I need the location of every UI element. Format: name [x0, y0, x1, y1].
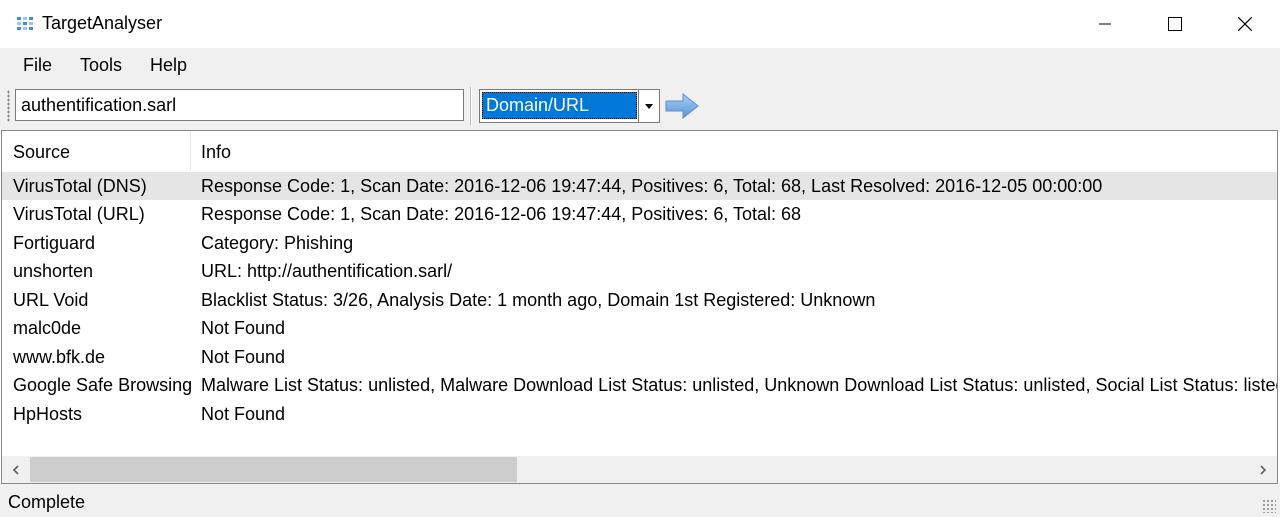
row-source: unshorten: [13, 261, 94, 281]
row-info: Response Code: 1, Scan Date: 2016-12-06 …: [201, 204, 802, 224]
size-grip-icon[interactable]: [1262, 499, 1276, 513]
menu-bar: File Tools Help: [0, 48, 1280, 82]
horizontal-scrollbar[interactable]: [2, 456, 1277, 483]
list-header: Source Info: [2, 131, 1277, 171]
title-bar: TargetAnalyser: [0, 0, 1280, 48]
scroll-right-button[interactable]: [1249, 456, 1277, 483]
window-title: TargetAnalyser: [42, 13, 163, 33]
scroll-left-button[interactable]: [2, 456, 30, 483]
menu-tools[interactable]: Tools: [80, 55, 122, 76]
target-input[interactable]: [15, 89, 464, 121]
row-info: Blacklist Status: 3/26, Analysis Date: 1…: [201, 290, 876, 310]
type-select-dropdown-button[interactable]: [638, 90, 659, 122]
type-select[interactable]: Domain/URL: [479, 89, 660, 123]
go-arrow-icon[interactable]: [665, 93, 699, 119]
row-source: Fortiguard: [13, 233, 96, 253]
row-source: HpHosts: [13, 404, 83, 424]
row-source: www.bfk.de: [13, 347, 106, 367]
type-select-value: Domain/URL: [482, 92, 637, 119]
row-source: VirusTotal (URL): [13, 204, 145, 224]
toolbar-grip[interactable]: [7, 90, 10, 122]
row-source: Google Safe Browsing: [13, 375, 193, 395]
menu-help[interactable]: Help: [150, 55, 187, 76]
table-row[interactable]: www.bfk.de Not Found: [2, 343, 1277, 371]
toolbar-separator-highlight: [471, 87, 472, 125]
scroll-left-icon: [12, 464, 19, 475]
close-button[interactable]: [1210, 0, 1280, 48]
minimize-icon: [1099, 23, 1111, 25]
app-icon: [17, 17, 33, 30]
scrollbar-thumb[interactable]: [30, 457, 517, 482]
column-header-info[interactable]: Info: [201, 142, 231, 163]
column-header-source[interactable]: Source: [13, 142, 70, 163]
row-info: Malware List Status: unlisted, Malware D…: [201, 375, 1278, 395]
column-divider[interactable]: [190, 131, 191, 171]
row-source: malc0de: [13, 318, 82, 338]
row-info: Not Found: [201, 347, 286, 367]
status-text: Complete: [8, 492, 86, 512]
close-icon: [1238, 17, 1252, 31]
table-row[interactable]: VirusTotal (URL) Response Code: 1, Scan …: [2, 200, 1277, 228]
table-row[interactable]: HpHosts Not Found: [2, 400, 1277, 428]
table-row[interactable]: Google Safe Browsing Malware List Status…: [2, 371, 1277, 399]
table-row[interactable]: VirusTotal (DNS) Response Code: 1, Scan …: [2, 172, 1277, 200]
results-list: Source Info VirusTotal (DNS) Response Co…: [1, 130, 1278, 484]
minimize-button[interactable]: [1070, 0, 1140, 48]
maximize-button[interactable]: [1140, 0, 1210, 48]
table-row[interactable]: malc0de Not Found: [2, 314, 1277, 342]
table-row[interactable]: unshorten URL: http://authentification.s…: [2, 257, 1277, 285]
row-source: VirusTotal (DNS): [13, 176, 147, 196]
menu-file[interactable]: File: [23, 55, 52, 76]
scroll-right-icon: [1260, 464, 1267, 475]
row-info: Category: Phishing: [201, 233, 354, 253]
table-row[interactable]: URL Void Blacklist Status: 3/26, Analysi…: [2, 286, 1277, 314]
row-info: Not Found: [201, 318, 286, 338]
row-source: URL Void: [13, 290, 89, 310]
row-info: Not Found: [201, 404, 286, 424]
row-info: URL: http://authentification.sarl/: [201, 261, 453, 281]
row-info: Response Code: 1, Scan Date: 2016-12-06 …: [201, 176, 1103, 196]
status-bar: Complete: [0, 484, 1280, 517]
table-row[interactable]: Fortiguard Category: Phishing: [2, 229, 1277, 257]
dropdown-arrow-icon: [645, 103, 653, 109]
maximize-icon: [1168, 17, 1182, 31]
